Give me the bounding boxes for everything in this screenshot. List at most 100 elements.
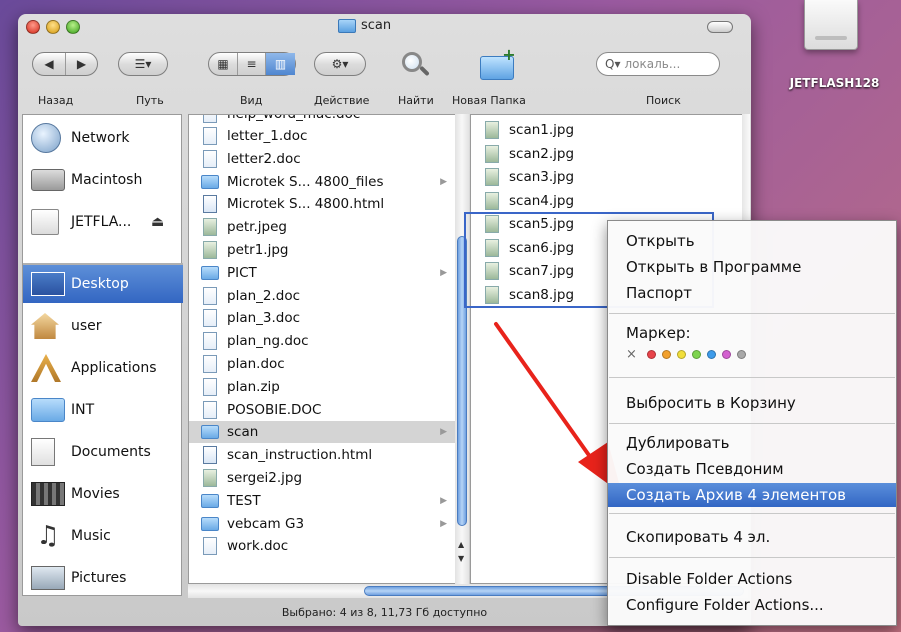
list-item[interactable]: plan.zip (189, 376, 465, 398)
label-purple-dot[interactable] (721, 350, 731, 359)
file-name: scan3.jpg (509, 169, 575, 185)
minimize-button[interactable] (46, 20, 60, 34)
applications-icon (31, 354, 61, 382)
list-item[interactable]: plan.doc (189, 353, 465, 375)
list-view-icon[interactable]: ≡ (237, 53, 265, 75)
zoom-button[interactable] (66, 20, 80, 34)
list-item[interactable]: work.doc (189, 535, 465, 557)
list-item[interactable]: Microtek S... 4800.html (189, 193, 465, 215)
menu-item-create-archive[interactable]: Создать Архив 4 элементов (608, 483, 896, 507)
menu-item-open[interactable]: Открыть (608, 229, 896, 253)
menu-item-open-with[interactable]: Открыть в Программе (608, 255, 896, 279)
label-none-icon[interactable]: × (626, 347, 637, 362)
image-file-icon (485, 215, 499, 233)
file-name: plan_ng.doc (227, 333, 309, 350)
image-file-icon (485, 144, 499, 163)
list-item[interactable]: scan1.jpg (471, 119, 747, 141)
image-file-icon (485, 262, 499, 280)
close-button[interactable] (26, 20, 40, 34)
back-arrow-icon[interactable]: ◀ (33, 53, 65, 75)
list-item[interactable]: Microtek S... 4800_files ▶ (189, 171, 465, 193)
menu-item-duplicate[interactable]: Дублировать (608, 431, 896, 455)
list-item[interactable]: scan2.jpg (471, 143, 747, 165)
image-file-icon (203, 469, 217, 487)
search-input[interactable]: Q▾ локаль... (596, 52, 720, 76)
scroll-up-icon[interactable]: ▲ (458, 540, 464, 549)
movies-icon (31, 482, 65, 506)
find-button[interactable] (400, 50, 430, 80)
list-item[interactable]: petr.jpeg (189, 216, 465, 238)
sidebar-item-user[interactable]: user (23, 307, 183, 345)
menu-item-move-to-trash[interactable]: Выбросить в Корзину (608, 391, 896, 415)
new-folder-button[interactable]: + (480, 47, 516, 80)
label-gray-dot[interactable] (736, 350, 746, 359)
list-item[interactable]: PICT ▶ (189, 262, 465, 284)
list-item[interactable]: plan_ng.doc (189, 330, 465, 352)
disclosure-arrow-icon: ▶ (440, 495, 447, 506)
menu-item-configure-folder-actions[interactable]: Configure Folder Actions... (608, 593, 896, 617)
list-item[interactable]: petr1.jpg (189, 239, 465, 261)
path-button[interactable]: ☰▾ (118, 52, 168, 76)
label-yellow-dot[interactable] (676, 350, 686, 359)
label-red-dot[interactable] (646, 350, 656, 359)
context-menu: Открыть Открыть в Программе Паспорт Марк… (607, 220, 897, 626)
menu-item-disable-folder-actions[interactable]: Disable Folder Actions (608, 567, 896, 591)
list-item[interactable]: vebcam G3 ▶ (189, 513, 465, 535)
documents-icon (31, 438, 55, 466)
forward-arrow-icon[interactable]: ▶ (65, 53, 97, 75)
title-bar[interactable]: scan (18, 14, 751, 40)
scroll-thumb[interactable] (457, 236, 467, 526)
column-view-icon[interactable]: ▥ (265, 53, 295, 75)
list-item[interactable]: POSOBIE.DOC (189, 399, 465, 421)
list-item[interactable]: help_word_mac.doc (189, 115, 465, 125)
sidebar-item-applications[interactable]: Applications (23, 349, 183, 387)
usb-drive-icon (31, 209, 59, 235)
list-item[interactable]: scan3.jpg (471, 166, 747, 188)
list-item[interactable]: plan_2.doc (189, 285, 465, 307)
list-item[interactable]: sergei2.jpg (189, 467, 465, 489)
sidebar-item-music[interactable]: ♫ Music (23, 517, 183, 555)
list-item[interactable]: scan4.jpg (471, 190, 747, 212)
list-item[interactable]: letter2.doc (189, 148, 465, 170)
sidebar-item-desktop[interactable]: Desktop (23, 265, 183, 303)
list-item[interactable]: plan_3.doc (189, 307, 465, 329)
sidebar-item-network[interactable]: Network (23, 119, 183, 157)
toolbar-toggle-button[interactable] (707, 21, 733, 33)
menu-separator (609, 423, 895, 424)
folder-icon (201, 425, 219, 440)
back-forward-control[interactable]: ◀ ▶ (32, 52, 98, 76)
list-item[interactable]: letter_1.doc (189, 125, 465, 147)
sidebar-item-label: Movies (71, 486, 120, 502)
file-name: letter2.doc (227, 150, 301, 167)
menu-item-get-info[interactable]: Паспорт (608, 281, 896, 305)
list-item[interactable]: TEST ▶ (189, 490, 465, 512)
menu-item-copy[interactable]: Скопировать 4 эл. (608, 525, 896, 549)
menu-item-make-alias[interactable]: Создать Псевдоним (608, 457, 896, 481)
file-name: scan1.jpg (509, 122, 575, 138)
list-item[interactable]: scan ▶ (189, 421, 465, 444)
sidebar-item-macintosh[interactable]: Macintosh (23, 161, 183, 199)
file-name: Microtek S... 4800.html (227, 196, 385, 213)
sidebar-item-documents[interactable]: Documents (23, 433, 183, 471)
image-file-icon (485, 168, 499, 186)
icon-view-icon[interactable]: ▦ (209, 53, 237, 75)
label-green-dot[interactable] (691, 350, 701, 359)
action-button[interactable]: ⚙▾ (314, 52, 366, 76)
label-orange-dot[interactable] (661, 350, 671, 359)
network-globe-icon (31, 123, 61, 153)
view-control[interactable]: ▦ ≡ ▥ (208, 52, 296, 76)
desktop-drive-jetflash[interactable]: JETFLASH128 (772, 0, 897, 100)
menu-item-label-heading: Маркер: (626, 324, 691, 342)
file-name: letter_1.doc (227, 128, 308, 144)
image-file-icon (203, 241, 217, 259)
sidebar-item-movies[interactable]: Movies (23, 475, 183, 513)
sidebar-item-int[interactable]: INT (23, 391, 183, 429)
sidebar-item-pictures[interactable]: Pictures (23, 559, 183, 597)
label-blue-dot[interactable] (706, 350, 716, 359)
list-item[interactable]: scan_instruction.html (189, 444, 465, 466)
column-1-scrollbar[interactable]: ▲ ▼ (455, 114, 469, 584)
sidebar-item-jetflash[interactable]: JETFLA... ⏏ (23, 203, 183, 241)
eject-icon[interactable]: ⏏ (151, 214, 164, 230)
sidebar-item-label: user (71, 318, 102, 334)
scroll-down-icon[interactable]: ▼ (458, 554, 464, 563)
